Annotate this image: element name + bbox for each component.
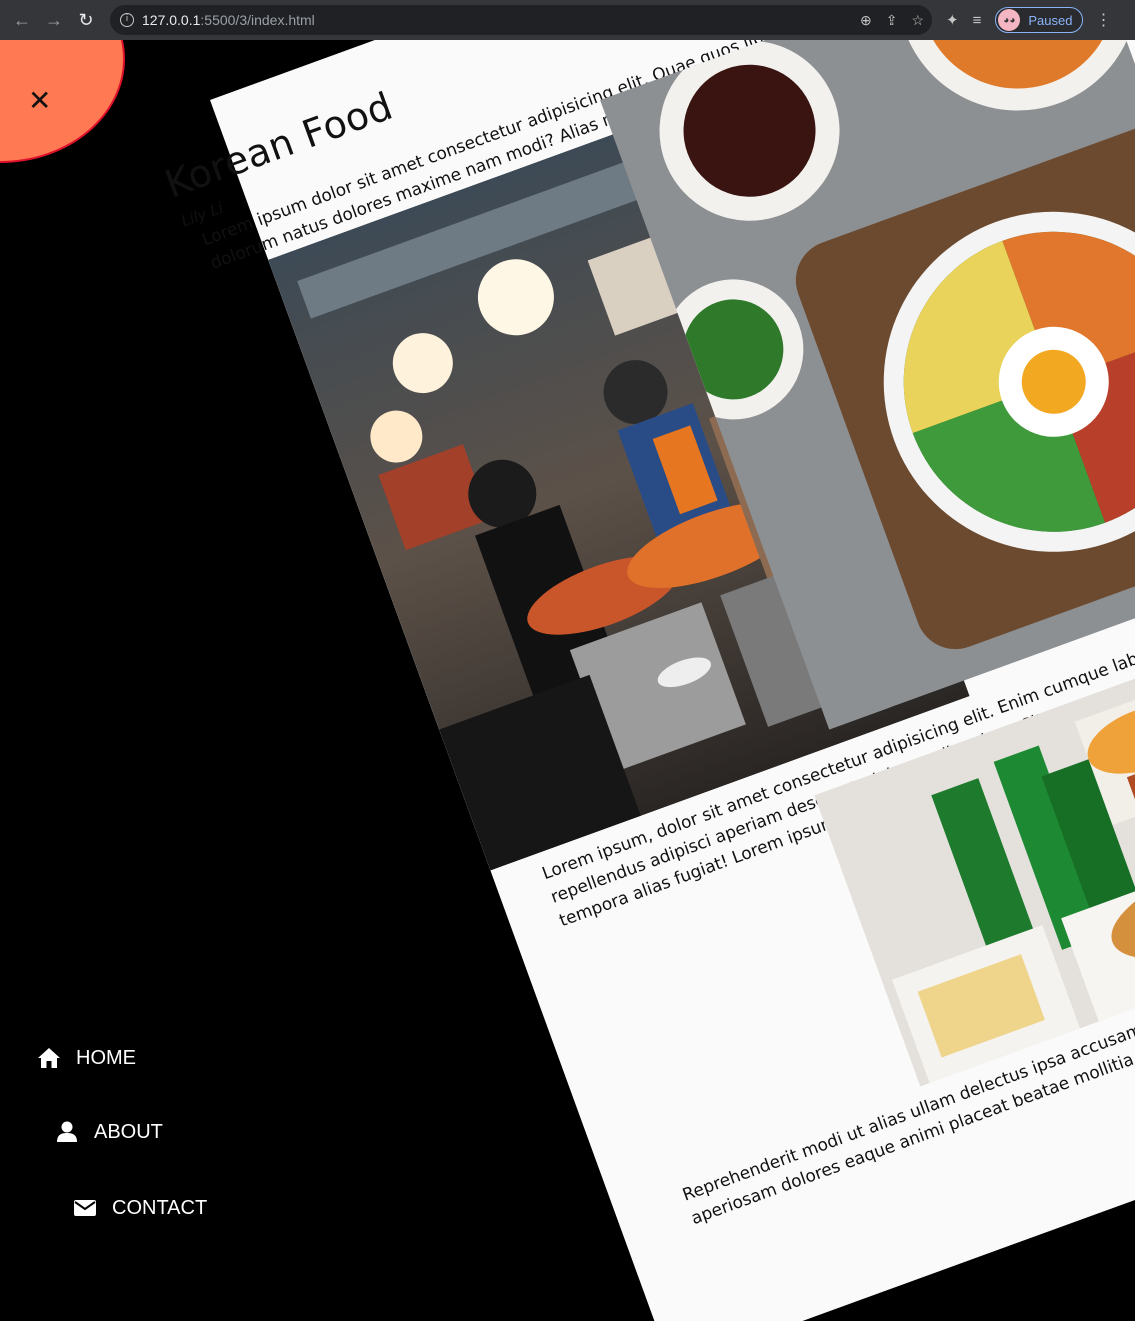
close-icon[interactable]: ✕ [28, 84, 51, 117]
share-icon[interactable]: ⇪ [886, 12, 898, 29]
zoom-icon[interactable]: ⊕ [860, 12, 872, 29]
extensions-icon[interactable]: ✦ [946, 11, 959, 29]
browser-toolbar: ← → ↻ i 127.0.0.1:5500/3/index.html ⊕ ⇪ … [0, 0, 1135, 40]
nav-label-about: ABOUT [94, 1120, 163, 1143]
reload-icon[interactable]: ↻ [70, 4, 102, 36]
page-viewport: Korean Food Lily Li Lorem ipsum dolor si… [0, 40, 1135, 1321]
nav-label-home: HOME [76, 1046, 136, 1069]
nav-item-contact[interactable]: CONTACT [72, 1196, 207, 1220]
url-path: :5500/3/index.html [200, 12, 315, 28]
user-icon [54, 1120, 80, 1144]
site-info-icon[interactable]: i [120, 13, 134, 27]
nav-item-about[interactable]: ABOUT [54, 1120, 163, 1144]
nav-label-contact: CONTACT [112, 1196, 208, 1219]
envelope-icon [72, 1196, 98, 1220]
address-bar[interactable]: i 127.0.0.1:5500/3/index.html ⊕ ⇪ ☆ [110, 5, 932, 35]
close-menu-button[interactable] [0, 40, 125, 163]
nav-item-home[interactable]: HOME [36, 1046, 136, 1070]
more-menu-icon[interactable]: ⋮ [1095, 10, 1111, 30]
reading-list-icon[interactable]: ≡ [973, 12, 982, 29]
forward-icon[interactable]: → [38, 4, 70, 36]
url-host: 127.0.0.1 [142, 12, 201, 28]
home-icon [36, 1046, 62, 1070]
avatar: ◕◕ [998, 9, 1021, 31]
profile-status: Paused [1028, 12, 1073, 28]
profile-button[interactable]: ◕◕ Paused [995, 7, 1084, 33]
bookmark-star-icon[interactable]: ☆ [911, 12, 924, 29]
back-icon[interactable]: ← [6, 4, 38, 36]
